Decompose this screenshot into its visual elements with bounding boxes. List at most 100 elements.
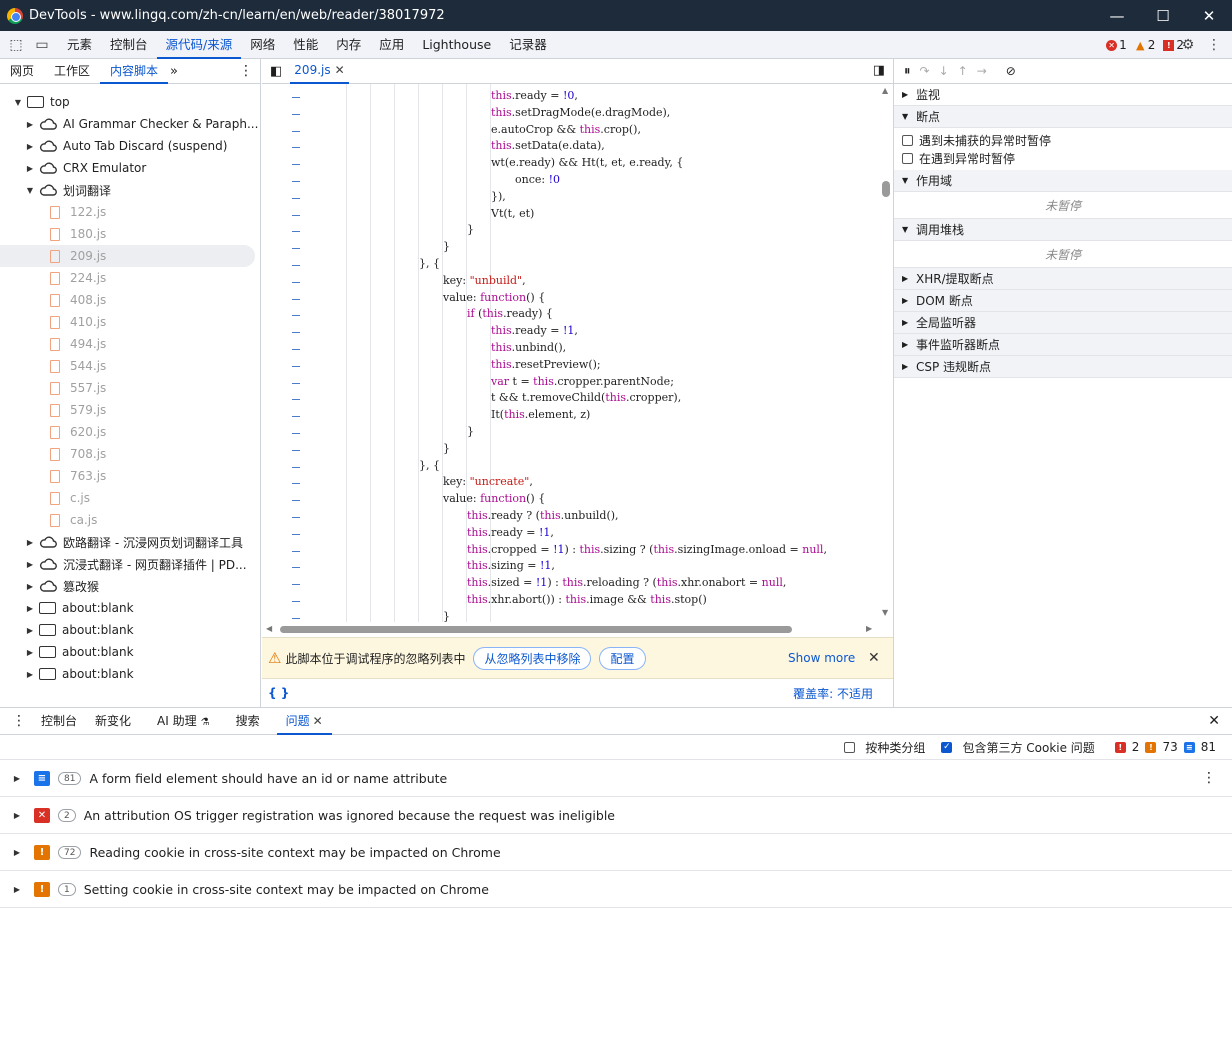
pause-caught-checkbox[interactable]: 在遇到异常时暂停 [894, 149, 1232, 167]
tree-item[interactable]: ▶ 欧路翻译 - 沉浸网页划词翻译工具 [0, 531, 260, 553]
drawer-tab-ai-assistant[interactable]: AI 助理 ⚗ [148, 707, 219, 735]
section-breakpoints[interactable]: ▼ 断点 [894, 106, 1232, 128]
editor-tab-209[interactable]: 209.js ✕ [290, 59, 349, 84]
close-tab-icon[interactable]: ✕ [335, 63, 345, 77]
issue-row[interactable]: ▶! 1 Setting cookie in cross-site context … [0, 871, 1232, 908]
tree-item[interactable]: ▶ 沉浸式翻译 - 网页翻译插件 | PD... [0, 553, 260, 575]
step-over-icon[interactable]: ↷ [920, 64, 930, 78]
issue-menu-icon[interactable]: ⋮ [1202, 770, 1216, 786]
section-global-listeners[interactable]: ▶ 全局监听器 [894, 312, 1232, 334]
expand-arrow-icon[interactable]: ▶ [24, 582, 36, 591]
pause-icon[interactable]: ⏸ [904, 64, 911, 79]
tree-item[interactable]: c.js [0, 487, 260, 509]
collapse-arrow-icon[interactable]: ▼ [12, 98, 24, 107]
drawer-tab-search[interactable]: 搜索 [227, 707, 269, 735]
navigator-menu-icon[interactable]: ⋮ [239, 63, 253, 79]
scroll-right-icon[interactable]: ▶ [866, 624, 872, 633]
expand-arrow-icon[interactable]: ▶ [24, 142, 36, 151]
main-tab-7[interactable]: Lighthouse [413, 31, 500, 59]
section-dom-breakpoints[interactable]: ▶ DOM 断点 [894, 290, 1232, 312]
tree-item[interactable]: 494.js [0, 333, 260, 355]
tree-item[interactable]: ▶ about:blank [0, 641, 260, 663]
tree-item[interactable]: ▶ about:blank [0, 619, 260, 641]
close-infobar-icon[interactable]: ✕ [868, 650, 880, 666]
tab-workspace[interactable]: 工作区 [44, 59, 100, 84]
checkbox[interactable] [902, 134, 913, 146]
vertical-scroll-thumb[interactable] [882, 181, 890, 197]
settings-gear-icon[interactable]: ⚙ [1178, 35, 1198, 55]
device-toolbar-icon[interactable]: ▭ [32, 35, 52, 55]
include-cookie-checkbox[interactable]: ✓ [941, 741, 953, 753]
step-out-icon[interactable]: ↑ [958, 64, 968, 78]
show-more-link[interactable]: Show more [788, 651, 855, 665]
scroll-down-icon[interactable]: ▼ [882, 608, 888, 617]
tree-item[interactable]: 408.js [0, 289, 260, 311]
tree-item[interactable]: ▼ 划词翻译 [0, 179, 260, 201]
main-tab-1[interactable]: 控制台 [101, 31, 157, 59]
close-window-button[interactable]: ✕ [1186, 0, 1232, 31]
deactivate-breakpoints-icon[interactable]: ⊘ [1006, 64, 1016, 78]
tree-item[interactable]: 224.js [0, 267, 260, 289]
section-callstack[interactable]: ▼ 调用堆栈 [894, 219, 1232, 241]
tree-item[interactable]: 579.js [0, 399, 260, 421]
main-tab-4[interactable]: 性能 [284, 31, 327, 59]
main-tab-5[interactable]: 内存 [327, 31, 370, 59]
remove-from-ignore-list-button[interactable]: 从忽略列表中移除 [473, 646, 592, 670]
minimize-button[interactable]: — [1094, 0, 1140, 31]
tree-item[interactable]: ▶ Auto Tab Discard (suspend) [0, 135, 260, 157]
expand-arrow-icon[interactable]: ▶ [24, 164, 36, 173]
horizontal-scroll-thumb[interactable] [280, 626, 792, 633]
expand-arrow-icon[interactable]: ▶ [24, 120, 36, 129]
close-tab-icon[interactable]: ✕ [313, 714, 323, 728]
expand-arrow-icon[interactable]: ▶ [24, 626, 36, 635]
inspect-element-icon[interactable]: ⬚ [6, 35, 26, 55]
tree-item[interactable]: 410.js [0, 311, 260, 333]
step-into-icon[interactable]: ↓ [939, 64, 949, 78]
issue-row[interactable]: ▶ ✕ 2 An attribution OS trigger registratio… [0, 797, 1232, 834]
expand-arrow-icon[interactable]: ▶ [0, 811, 34, 820]
tree-item[interactable]: ca.js [0, 509, 260, 531]
warning-badge[interactable]: ▲ 2 [1135, 38, 1155, 52]
issue-row[interactable]: ▶! 72 Reading cookie in cross-site context… [0, 834, 1232, 871]
maximize-button[interactable]: ☐ [1140, 0, 1186, 31]
code-editor[interactable]: this.ready = !0, this.setDragMode(e.dragM… [262, 84, 879, 622]
section-csp-breakpoints[interactable]: ▶ CSP 违规断点 [894, 356, 1232, 378]
drawer-tab-console[interactable]: 控制台 [32, 707, 86, 735]
issue-row[interactable]: ▶ ≡ 81 A form field element should have an … [0, 760, 1232, 797]
tree-item[interactable]: 763.js [0, 465, 260, 487]
tree-item[interactable]: ▶ about:blank [0, 663, 260, 685]
toggle-debugger-icon[interactable]: ◨ [873, 63, 885, 78]
expand-arrow-icon[interactable]: ▶ [24, 670, 36, 679]
tree-item[interactable]: 620.js [0, 421, 260, 443]
editor-vertical-scrollbar[interactable]: ▲ ▼ [879, 84, 893, 622]
close-drawer-icon[interactable]: ✕ [1208, 713, 1220, 729]
step-icon[interactable]: → [977, 64, 987, 78]
collapse-arrow-icon[interactable]: ▼ [24, 186, 36, 195]
error-badge[interactable]: ✕ 1 [1106, 38, 1127, 52]
expand-arrow-icon[interactable]: ▶ [24, 648, 36, 657]
drawer-tab-changes[interactable]: 新变化 [86, 707, 140, 735]
section-event-listener-breakpoints[interactable]: ▶ 事件监听器断点 [894, 334, 1232, 356]
drawer-tab-issues[interactable]: 问题 ✕ [276, 707, 332, 735]
tree-item[interactable]: ▶ about:blank [0, 597, 260, 619]
configure-button[interactable]: 配置 [599, 646, 646, 670]
tree-item[interactable]: ▶ 篡改猴 [0, 575, 260, 597]
tab-content-scripts[interactable]: 内容脚本 [100, 59, 169, 84]
drawer-menu-icon[interactable]: ⋮ [12, 713, 26, 729]
coverage-status[interactable]: 覆盖率: 不适用 [793, 685, 873, 702]
checkbox[interactable] [902, 152, 913, 164]
section-watch[interactable]: ▶ 监视 [894, 84, 1232, 106]
tree-item[interactable]: 180.js [0, 223, 260, 245]
scroll-left-icon[interactable]: ◀ [266, 624, 272, 633]
tree-item[interactable]: ▼ top [0, 91, 260, 113]
section-scope[interactable]: ▼ 作用域 [894, 170, 1232, 192]
more-tabs-chevron-icon[interactable]: » [170, 64, 178, 79]
group-by-kind-checkbox[interactable] [844, 741, 856, 753]
section-xhr-breakpoints[interactable]: ▶ XHR/提取断点 [894, 268, 1232, 290]
main-tab-6[interactable]: 应用 [370, 31, 413, 59]
tree-item[interactable]: 209.js [0, 245, 255, 267]
tree-item[interactable]: 122.js [0, 201, 260, 223]
tree-item[interactable]: 708.js [0, 443, 260, 465]
main-tab-2[interactable]: 源代码/来源 [156, 31, 242, 59]
editor-horizontal-scrollbar[interactable]: ◀ ▶ [262, 622, 879, 636]
